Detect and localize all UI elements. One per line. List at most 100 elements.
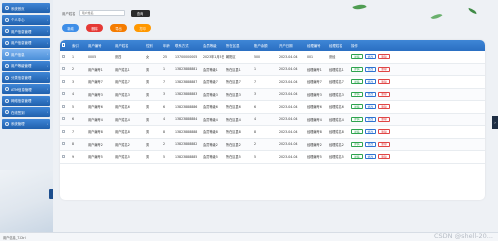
table-cell: 张经 xyxy=(329,55,336,60)
sidebar-collapse-handle[interactable] xyxy=(49,189,53,199)
detail-button[interactable]: 详情 xyxy=(351,79,363,85)
row-delete-button[interactable]: 删除 xyxy=(378,104,390,110)
delete-button[interactable]: 删除 xyxy=(86,24,103,32)
edit-button[interactable]: 修改 xyxy=(364,104,377,110)
table-cell: 所在区县2 xyxy=(226,142,241,147)
edit-button[interactable]: 修改 xyxy=(364,116,377,122)
sidebar-item[interactable]: 用户信息管理 › xyxy=(2,26,50,37)
table-cell: 所在区县6 xyxy=(226,105,241,110)
table-cell: 13823888883 xyxy=(175,92,198,97)
row-checkbox[interactable] xyxy=(62,142,66,146)
column-header: 用户编号 xyxy=(88,44,102,48)
row-checkbox[interactable] xyxy=(62,79,66,83)
edit-button[interactable]: 修改 xyxy=(364,141,377,147)
sidebar-item-label: 用户信息管理 xyxy=(11,41,32,46)
edit-button[interactable]: 修改 xyxy=(364,54,377,60)
row-actions: 详情 修改 删除 xyxy=(349,66,397,72)
row-delete-button[interactable]: 删除 xyxy=(378,129,390,135)
row-select-cell[interactable] xyxy=(60,104,70,109)
table-row: 8 用户编号2 用户姓名2 男 2 13823888882 会员等级2 所在区县2 2 2023-… xyxy=(60,138,485,151)
detail-button[interactable]: 详情 xyxy=(351,116,363,122)
row-select-cell[interactable] xyxy=(60,154,70,159)
detail-button[interactable]: 详情 xyxy=(351,129,363,135)
detail-button[interactable]: 详情 xyxy=(351,154,363,160)
table-cell: 1 xyxy=(254,67,257,72)
row-checkbox[interactable] xyxy=(62,67,66,71)
row-checkbox[interactable] xyxy=(62,129,66,133)
export-button[interactable]: 导出 xyxy=(110,24,127,32)
row-select-cell[interactable] xyxy=(60,129,70,134)
sidebar-item-label: 网络信息管理 xyxy=(11,99,32,104)
row-delete-button[interactable]: 删除 xyxy=(378,79,390,85)
sidebar-item[interactable]: 在线签到 › xyxy=(2,107,50,118)
detail-button[interactable]: 详情 xyxy=(351,104,363,110)
row-delete-button[interactable]: 删除 xyxy=(378,116,390,122)
row-delete-button[interactable]: 删除 xyxy=(378,54,390,60)
row-select-cell[interactable] xyxy=(60,92,70,96)
table-row: 7 用户编号8 用户姓名8 男 8 13823888888 会员等级8 所在区县8 8 2023-… xyxy=(60,126,485,139)
side-scroll-toggle[interactable]: › xyxy=(492,116,498,129)
table-row: 9 用户编号5 用户姓名5 男 5 13823888885 会员等级5 所在区县5 5 2023-… xyxy=(60,151,485,164)
table-cell: 用户姓名8 xyxy=(115,130,130,135)
row-delete-button[interactable]: 删除 xyxy=(378,141,390,147)
row-checkbox[interactable] xyxy=(62,117,66,121)
table-cell: 用户编号3 xyxy=(88,92,103,97)
table-cell: 会员等级3 xyxy=(203,92,218,97)
row-delete-button[interactable]: 删除 xyxy=(378,66,390,72)
add-button[interactable]: 新增 xyxy=(62,24,79,32)
table-cell: 2023-04-04 xyxy=(279,54,298,59)
row-checkbox[interactable] xyxy=(62,154,66,158)
row-select-cell[interactable] xyxy=(60,79,70,84)
menu-icon xyxy=(5,75,9,80)
row-checkbox[interactable] xyxy=(62,54,66,58)
detail-button[interactable]: 详情 xyxy=(351,66,363,72)
row-delete-button[interactable]: 删除 xyxy=(378,154,390,160)
edit-button[interactable]: 修改 xyxy=(364,154,377,160)
table-cell: 5 xyxy=(72,104,75,109)
table-cell: 2023年1月5日 xyxy=(203,55,224,60)
select-all-cell[interactable] xyxy=(60,43,70,47)
table-cell: 4 xyxy=(163,117,166,122)
select-all-checkbox[interactable] xyxy=(62,43,66,47)
edit-button[interactable]: 修改 xyxy=(364,79,377,85)
edit-button[interactable]: 修改 xyxy=(364,91,377,97)
table-cell: 朝阳区 xyxy=(226,55,236,60)
print-button[interactable]: 打印 xyxy=(134,24,151,32)
table-cell: 2 xyxy=(163,142,166,147)
row-delete-button[interactable]: 删除 xyxy=(378,91,390,97)
row-checkbox[interactable] xyxy=(62,104,66,108)
detail-button[interactable]: 详情 xyxy=(351,54,363,60)
detail-button[interactable]: 详情 xyxy=(351,91,363,97)
sidebar-item[interactable]: ATM信息管理 › xyxy=(2,84,50,95)
row-select-cell[interactable] xyxy=(60,54,70,59)
sidebar-item[interactable]: 用户信息 › xyxy=(2,49,50,60)
sidebar-item[interactable]: 系统管理 › xyxy=(2,118,50,129)
row-select-cell[interactable] xyxy=(60,142,70,146)
sidebar-item[interactable]: 用户等级管理 › xyxy=(2,60,50,72)
table-cell: 2023-04-04 xyxy=(279,129,298,134)
search-input[interactable] xyxy=(78,10,125,17)
sidebar-item[interactable]: 分类信息管理 › xyxy=(2,72,50,83)
sidebar-item[interactable]: 网络信息管理 › xyxy=(2,95,50,106)
edit-button[interactable]: 修改 xyxy=(364,66,377,72)
leaf-decoration xyxy=(352,1,367,13)
table-cell: 经理编号3 xyxy=(307,92,322,97)
row-checkbox[interactable] xyxy=(62,92,66,96)
sidebar-item[interactable]: 个人中心 › xyxy=(2,14,50,25)
sidebar-item-label: 系统首页 xyxy=(11,6,25,11)
table-cell: 500 xyxy=(254,54,261,59)
edit-button[interactable]: 修改 xyxy=(364,129,377,135)
table-row: 6 用户编号4 用户姓名4 男 4 13823888884 会员等级4 所在区县4 4 2023-… xyxy=(60,113,485,126)
detail-button[interactable]: 详情 xyxy=(351,141,363,147)
table-cell: 25 xyxy=(163,54,168,59)
table-row: 3 用户编号7 用户姓名7 男 7 13823888887 会员等级7 所在区县7 7 2023-… xyxy=(60,76,485,89)
search-button[interactable]: 查询 xyxy=(130,10,150,17)
row-select-cell[interactable] xyxy=(60,67,70,71)
table-cell: 1 xyxy=(72,54,75,59)
sidebar-item[interactable]: 用户信息管理 › xyxy=(2,37,50,48)
sidebar-item[interactable]: 系统首页 › xyxy=(2,3,50,14)
row-select-cell[interactable] xyxy=(60,117,70,121)
table-cell: 用户编号2 xyxy=(88,142,103,147)
table-cell: 用户姓名7 xyxy=(115,80,130,85)
table-cell: 13823888884 xyxy=(175,117,198,122)
